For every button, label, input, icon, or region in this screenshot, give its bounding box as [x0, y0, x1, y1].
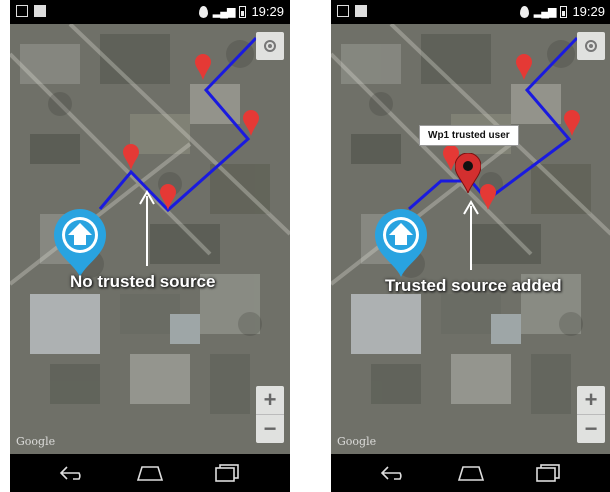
- recents-button[interactable]: [207, 462, 247, 484]
- navigation-bar: [331, 454, 610, 492]
- satellite-map[interactable]: No trusted source + − Google: [10, 24, 290, 454]
- back-icon: [59, 466, 81, 480]
- gallery-notification-icon: [337, 5, 349, 17]
- signal-icon: ▂▄▆: [533, 6, 557, 18]
- zoom-controls: + −: [256, 386, 284, 443]
- home-icon: [136, 466, 164, 481]
- phone-screen-right: ▂▄▆ 19:29 Wp1 trusted user Trusted sourc…: [331, 0, 610, 492]
- battery-icon: [239, 5, 247, 18]
- recents-icon: [215, 464, 239, 482]
- annotation-text: No trusted source: [70, 272, 216, 291]
- back-button[interactable]: [53, 462, 93, 484]
- app-notification-icon: [355, 5, 367, 17]
- recents-icon: [536, 464, 560, 482]
- my-location-icon: [585, 40, 597, 52]
- home-button[interactable]: [451, 462, 491, 484]
- back-icon: [380, 466, 402, 480]
- location-status-icon: [198, 5, 208, 18]
- google-attribution: Google: [16, 435, 56, 448]
- my-location-button[interactable]: [577, 32, 605, 60]
- zoom-in-button[interactable]: +: [577, 386, 605, 415]
- home-icon: [457, 466, 485, 481]
- satellite-map[interactable]: Wp1 trusted user Trusted source added + …: [331, 24, 610, 454]
- navigation-bar: [10, 454, 290, 492]
- phone-screen-left: ▂▄▆ 19:29 No trusted source + − Google: [10, 0, 290, 492]
- zoom-out-button[interactable]: −: [256, 415, 284, 443]
- status-bar: ▂▄▆ 19:29: [10, 0, 290, 24]
- zoom-in-button[interactable]: +: [256, 386, 284, 415]
- home-button[interactable]: [130, 462, 170, 484]
- gallery-notification-icon: [16, 5, 28, 17]
- my-location-icon: [264, 40, 276, 52]
- signal-icon: ▂▄▆: [212, 6, 236, 18]
- annotation-arrow: [139, 190, 155, 266]
- my-location-button[interactable]: [256, 32, 284, 60]
- annotation-text: Trusted source added: [385, 276, 562, 295]
- status-bar: ▂▄▆ 19:29: [331, 0, 610, 24]
- annotation-arrow: [463, 200, 479, 270]
- zoom-controls: + −: [577, 386, 605, 443]
- location-status-icon: [519, 5, 529, 18]
- recents-button[interactable]: [528, 462, 568, 484]
- zoom-out-button[interactable]: −: [577, 415, 605, 443]
- status-time: 19:29: [572, 4, 605, 19]
- app-notification-icon: [34, 5, 46, 17]
- google-attribution: Google: [337, 435, 377, 448]
- back-button[interactable]: [374, 462, 414, 484]
- status-time: 19:29: [251, 4, 284, 19]
- battery-icon: [560, 5, 568, 18]
